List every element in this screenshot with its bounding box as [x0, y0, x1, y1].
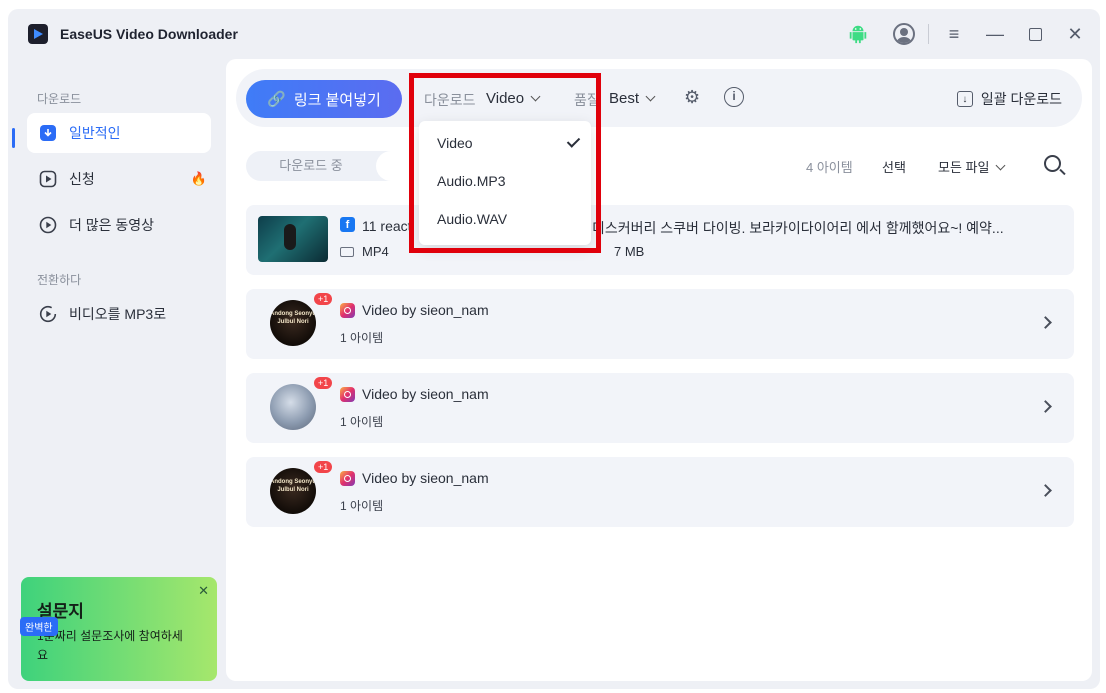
link-add-icon: 🔗: [267, 91, 286, 108]
paste-link-label: 링크 붙여넣기: [293, 91, 381, 109]
file-filter-select[interactable]: 모든 파일: [938, 157, 1006, 176]
survey-badge: 완벽한: [20, 617, 58, 636]
maximize-icon[interactable]: [1023, 22, 1047, 46]
row-subtitle: 1 아이템: [340, 331, 384, 345]
app-title: EaseUS Video Downloader: [60, 26, 238, 42]
dropdown-option-audio-mp3[interactable]: Audio.MP3: [437, 173, 505, 189]
row-subtitle: 1 아이템: [340, 499, 384, 513]
app-window: EaseUS Video Downloader ≡ — ✕ 다운로드 일반적인 …: [8, 9, 1100, 689]
sidebar-item-video-to-mp3[interactable]: 비디오를 MP3로: [27, 294, 211, 334]
batch-download-label: 일괄 다운로드: [980, 91, 1062, 107]
item-count: 4 아이템: [806, 160, 853, 175]
sidebar-item-subscription[interactable]: 신청 🔥: [27, 159, 211, 199]
row-subtitle: 1 아이템: [340, 415, 384, 429]
count-badge: +1: [314, 293, 333, 305]
play-circle-icon: [39, 216, 57, 234]
video-camera-icon: [340, 246, 354, 257]
info-icon[interactable]: i: [724, 87, 744, 107]
select-button[interactable]: 선택: [882, 157, 906, 176]
row-title: Video by sieon_nam: [362, 386, 489, 402]
dropdown-option-video[interactable]: Video: [437, 135, 473, 151]
dropdown-option-audio-wav[interactable]: Audio.WAV: [437, 211, 507, 227]
active-indicator: [12, 128, 15, 148]
sidebar-item-label: 더 많은 동영상: [69, 217, 155, 233]
count-badge: +1: [314, 461, 333, 473]
avatar-thumbnail: Andong Seonyu Julbul Nori: [270, 468, 316, 514]
chevron-right-icon[interactable]: [1039, 484, 1052, 497]
row-title: Video by sieon_nam: [362, 470, 489, 486]
batch-download-icon: ↓: [956, 91, 973, 107]
batch-download-button[interactable]: ↓ 일괄 다운로드: [956, 89, 1062, 109]
fire-icon: 🔥: [190, 171, 207, 186]
sidebar-item-label: 신청: [69, 171, 95, 187]
row-title-suffix: 디스커버리 스쿠버 다이빙. 보라카이다이어리 에서 함께했어요~! 예약...: [592, 220, 1004, 236]
checkmark-icon: [566, 134, 581, 148]
convert-icon: [39, 305, 57, 323]
quality-label: 품질: [574, 92, 600, 108]
instagram-icon: [340, 303, 355, 318]
minimize-icon[interactable]: —: [983, 22, 1007, 46]
close-icon[interactable]: ✕: [198, 583, 209, 599]
download-type-label: 다운로드: [424, 92, 476, 108]
chevron-right-icon[interactable]: [1039, 316, 1052, 329]
row-title: Video by sieon_nam: [362, 302, 489, 318]
search-icon[interactable]: [1044, 155, 1061, 172]
row-format: MP4: [340, 244, 389, 259]
chevron-right-icon[interactable]: [1039, 400, 1052, 413]
sidebar-heading-download: 다운로드: [37, 92, 82, 106]
list-item[interactable]: Andong Seonyu Julbul Nori +1 Video by si…: [246, 289, 1074, 359]
chevron-down-icon: [530, 91, 541, 102]
row-size: 7 MB: [614, 244, 645, 259]
download-icon: [39, 124, 57, 142]
user-account-icon[interactable]: [892, 22, 916, 46]
toolbar: 🔗 링크 붙여넣기 다운로드 Video 품질 Best ⚙ i ↓ 일괄 다운…: [236, 69, 1082, 127]
sidebar-item-general[interactable]: 일반적인: [27, 113, 211, 153]
gear-icon[interactable]: ⚙: [684, 87, 700, 108]
survey-text: 1분짜리 설문조사에 참여하세요: [37, 629, 183, 662]
format-value: MP4: [362, 244, 389, 259]
avatar-thumbnail: [270, 384, 316, 430]
download-type-dropdown: Video Audio.MP3 Audio.WAV: [419, 121, 591, 245]
row-title-prefix: 11 react: [362, 218, 412, 234]
download-type-value: Video: [486, 90, 525, 107]
sidebar: 다운로드 일반적인 신청 🔥 더 많은 동영상 전환하다 비디오를 MP3로 완…: [8, 59, 224, 689]
facebook-icon: f: [340, 217, 355, 232]
quality-select[interactable]: Best: [609, 90, 656, 107]
instagram-icon: [340, 471, 355, 486]
tab-downloading[interactable]: 다운로드 중: [246, 151, 376, 181]
chevron-down-icon: [996, 160, 1006, 171]
count-badge: +1: [314, 377, 333, 389]
file-filter-value: 모든 파일: [938, 160, 990, 175]
quality-value: Best: [609, 90, 640, 107]
play-box-icon: [39, 170, 57, 188]
list-item[interactable]: +1 Video by sieon_nam 1 아이템: [246, 373, 1074, 443]
chevron-down-icon: [645, 91, 656, 102]
close-icon[interactable]: ✕: [1063, 22, 1087, 46]
sidebar-item-more-videos[interactable]: 더 많은 동영상: [27, 205, 211, 245]
list-item[interactable]: Andong Seonyu Julbul Nori +1 Video by si…: [246, 457, 1074, 527]
titlebar-divider: [928, 24, 929, 44]
sidebar-item-label: 일반적인: [69, 125, 121, 141]
sidebar-heading-convert: 전환하다: [37, 273, 82, 287]
menu-icon[interactable]: ≡: [942, 22, 966, 46]
main-panel: 🔗 링크 붙여넣기 다운로드 Video 품질 Best ⚙ i ↓ 일괄 다운…: [226, 59, 1092, 681]
instagram-icon: [340, 387, 355, 402]
app-logo-icon: [28, 24, 48, 44]
avatar-thumbnail: Andong Seonyu Julbul Nori: [270, 300, 316, 346]
sidebar-item-label: 비디오를 MP3로: [69, 306, 167, 322]
paste-link-button[interactable]: 🔗 링크 붙여넣기: [246, 80, 402, 118]
list-item[interactable]: f 11 react 디스커버리 스쿠버 다이빙. 보라카이다이어리 에서 함께…: [246, 205, 1074, 275]
android-icon[interactable]: [846, 22, 870, 46]
download-type-select[interactable]: Video: [486, 90, 541, 107]
video-thumbnail: [258, 216, 328, 262]
title-bar: EaseUS Video Downloader ≡ — ✕: [8, 9, 1100, 59]
